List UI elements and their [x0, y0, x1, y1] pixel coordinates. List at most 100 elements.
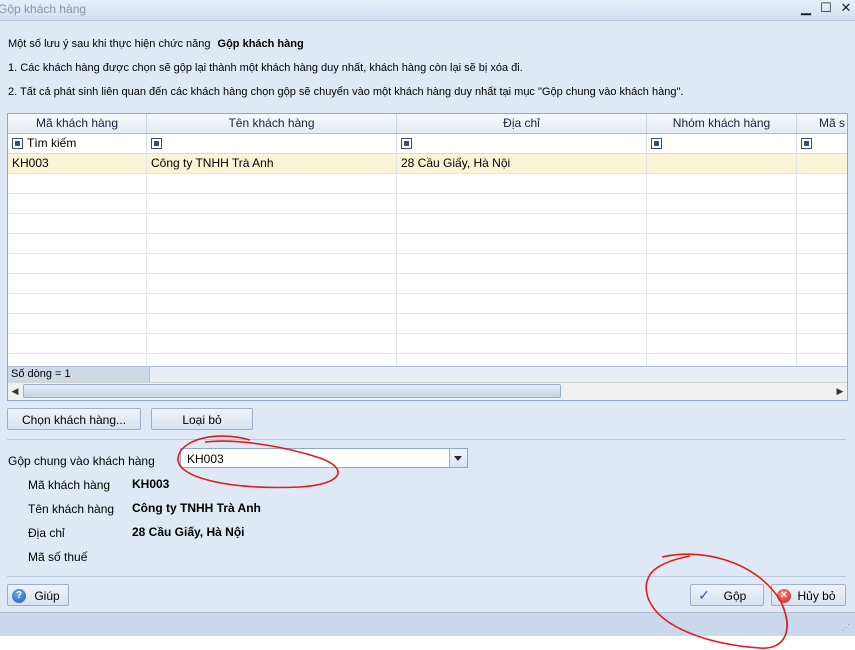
empty-table-row — [8, 254, 847, 274]
filter-toggle-icon[interactable] — [151, 138, 162, 149]
filter-toggle-icon[interactable] — [12, 138, 23, 149]
empty-cell — [397, 214, 647, 233]
help-button[interactable]: ? Giúp — [7, 584, 69, 606]
scrollbar-thumb[interactable] — [23, 384, 561, 398]
cell-group — [647, 154, 797, 173]
empty-cell — [147, 214, 397, 233]
note-intro-text: Một số lưu ý sau khi thực hiện chức năng — [8, 38, 211, 50]
empty-cell — [397, 234, 647, 253]
empty-table-row — [8, 274, 847, 294]
divider — [7, 576, 846, 577]
help-icon: ? — [12, 589, 26, 603]
row-count: Số dòng = 1 — [8, 367, 150, 382]
detail-code-label: Mã khách hàng — [28, 478, 111, 492]
horizontal-scrollbar[interactable]: ◀ ▶ — [8, 382, 847, 400]
status-bar: ⋰ — [0, 612, 855, 636]
empty-cell — [647, 254, 797, 273]
empty-cell — [8, 174, 147, 193]
empty-cell — [647, 174, 797, 193]
scroll-left-icon[interactable]: ◀ — [8, 384, 22, 399]
table-row[interactable]: KH003 Công ty TNHH Trà Anh 28 Cầu Giấy, … — [8, 154, 847, 174]
col-header-tax[interactable]: Mã s — [797, 114, 847, 133]
merge-target-value: KH003 — [187, 452, 224, 466]
search-cell-group[interactable] — [647, 134, 797, 153]
empty-cell — [647, 334, 797, 353]
filter-toggle-icon[interactable] — [651, 138, 662, 149]
filter-toggle-icon[interactable] — [401, 138, 412, 149]
empty-table-row — [8, 334, 847, 354]
empty-cell — [147, 294, 397, 313]
merge-target-select[interactable]: KH003 — [180, 448, 468, 468]
choose-customer-button[interactable]: Chọn khách hàng... — [7, 408, 141, 430]
cancel-label: Hủy bỏ — [797, 589, 836, 603]
divider — [7, 439, 846, 440]
close-icon[interactable]: ✕ — [837, 0, 855, 18]
empty-cell — [397, 174, 647, 193]
empty-table-row — [8, 194, 847, 214]
empty-cell — [8, 334, 147, 353]
merge-customer-dialog: Gộp khách hàng ▁ ☐ ✕ Một số lưu ý sau kh… — [0, 0, 855, 636]
empty-cell — [8, 234, 147, 253]
empty-cell — [797, 214, 847, 233]
empty-cell — [797, 254, 847, 273]
maximize-icon[interactable]: ☐ — [817, 0, 835, 18]
empty-table-row — [8, 294, 847, 314]
search-cell-name[interactable] — [147, 134, 397, 153]
empty-cell — [8, 214, 147, 233]
col-header-code[interactable]: Mã khách hàng — [8, 114, 147, 133]
remove-button[interactable]: Loại bỏ — [151, 408, 253, 430]
empty-cell — [8, 274, 147, 293]
cancel-button[interactable]: ✕ Hủy bỏ — [771, 584, 846, 606]
empty-cell — [647, 234, 797, 253]
search-cell-code[interactable]: Tìm kiếm — [8, 134, 147, 153]
cell-address: 28 Cầu Giấy, Hà Nội — [397, 154, 647, 173]
detail-name-value: Công ty TNHH Trà Anh — [132, 501, 261, 515]
empty-cell — [397, 254, 647, 273]
empty-cell — [8, 314, 147, 333]
empty-cell — [797, 194, 847, 213]
empty-cell — [397, 314, 647, 333]
col-header-group[interactable]: Nhóm khách hàng — [647, 114, 797, 133]
search-cell-tax[interactable] — [797, 134, 847, 153]
empty-cell — [397, 334, 647, 353]
cell-name: Công ty TNHH Trà Anh — [147, 154, 397, 173]
filter-toggle-icon[interactable] — [801, 138, 812, 149]
empty-cell — [397, 294, 647, 313]
empty-cell — [797, 334, 847, 353]
empty-cell — [647, 314, 797, 333]
empty-cell — [647, 274, 797, 293]
detail-address-value: 28 Cầu Giấy, Hà Nội — [132, 525, 245, 539]
empty-cell — [8, 194, 147, 213]
empty-cell — [797, 274, 847, 293]
grid-footer: Số dòng = 1 — [8, 366, 847, 382]
chevron-down-icon[interactable] — [449, 449, 467, 467]
customer-grid: Mã khách hàng Tên khách hàng Địa chỉ Nhó… — [7, 113, 848, 401]
note-intro: Một số lưu ý sau khi thực hiện chức năng… — [8, 38, 304, 50]
detail-code-value: KH003 — [132, 477, 170, 491]
checkmark-icon: ✓ — [698, 587, 710, 603]
note-rule-2: 2. Tất cả phát sinh liên quan đến các kh… — [8, 86, 684, 98]
col-header-name[interactable]: Tên khách hàng — [147, 114, 397, 133]
empty-cell — [647, 194, 797, 213]
resize-grip-icon[interactable]: ⋰ — [842, 623, 852, 633]
window-title: Gộp khách hàng — [0, 2, 87, 16]
merge-button[interactable]: ✓ Gộp — [690, 584, 764, 606]
empty-table-row — [8, 314, 847, 334]
empty-cell — [647, 294, 797, 313]
empty-cell — [147, 174, 397, 193]
note-intro-function: Gộp khách hàng — [217, 38, 304, 50]
empty-cell — [397, 194, 647, 213]
search-label: Tìm kiếm — [27, 136, 77, 150]
grid-header: Mã khách hàng Tên khách hàng Địa chỉ Nhó… — [8, 114, 847, 134]
scroll-right-icon[interactable]: ▶ — [833, 384, 847, 399]
empty-cell — [797, 314, 847, 333]
empty-cell — [147, 334, 397, 353]
col-header-address[interactable]: Địa chỉ — [397, 114, 647, 133]
merge-label: Gộp — [723, 589, 747, 603]
search-cell-address[interactable] — [397, 134, 647, 153]
empty-cell — [8, 254, 147, 273]
empty-cell — [397, 274, 647, 293]
minimize-icon[interactable]: ▁ — [797, 0, 815, 18]
empty-cell — [797, 234, 847, 253]
empty-cell — [147, 254, 397, 273]
